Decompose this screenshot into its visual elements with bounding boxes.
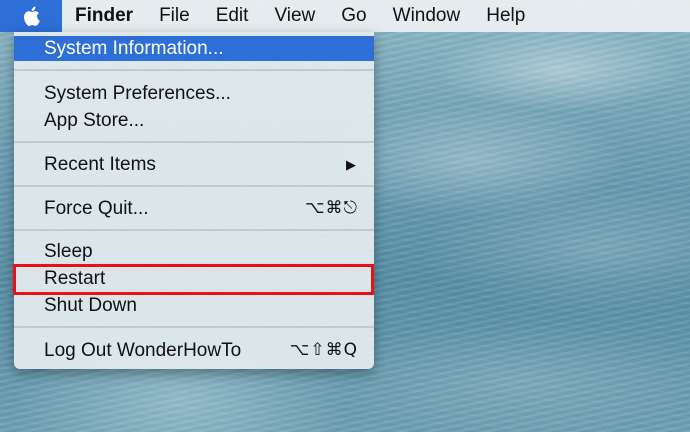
menu-item-log-out[interactable]: Log Out WonderHowTo ⌥⇧⌘Q: [14, 338, 374, 363]
menubar-view[interactable]: View: [261, 0, 328, 32]
apple-menu-button[interactable]: [0, 0, 62, 32]
menu-item-label: Recent Items: [44, 154, 156, 175]
menu-separator: [14, 229, 374, 231]
menu-item-label: Sleep: [44, 241, 93, 262]
menu-item-label: App Store...: [44, 110, 145, 131]
restart-annotation-box: [13, 264, 374, 295]
menu-item-label: System Preferences...: [44, 83, 231, 104]
menubar-file[interactable]: File: [146, 0, 203, 32]
menubar-edit[interactable]: Edit: [203, 0, 262, 32]
menu-item-label: Force Quit...: [44, 198, 149, 219]
menu-item-system-preferences[interactable]: System Preferences...: [14, 81, 374, 106]
submenu-arrow-icon: ▶: [346, 157, 356, 172]
menu-item-label: System Information...: [44, 38, 224, 59]
menu-bar: Finder File Edit View Go Window Help: [0, 0, 690, 32]
menu-separator: [14, 185, 374, 187]
menu-item-app-store[interactable]: App Store...: [14, 108, 374, 133]
keyboard-shortcut: ⌥⌘⎋: [304, 198, 358, 218]
menu-item-label: Shut Down: [44, 295, 137, 316]
menubar-window[interactable]: Window: [380, 0, 474, 32]
menu-item-recent-items[interactable]: Recent Items ▶: [14, 152, 374, 177]
menu-item-sleep[interactable]: Sleep: [14, 239, 374, 264]
menu-item-label: Log Out WonderHowTo: [44, 340, 242, 361]
apple-menu-dropdown: System Information... System Preferences…: [14, 32, 374, 369]
menubar-go[interactable]: Go: [328, 0, 379, 32]
menu-separator: [14, 69, 374, 71]
menu-item-force-quit[interactable]: Force Quit... ⌥⌘⎋: [14, 196, 374, 221]
apple-logo-icon: [24, 6, 40, 26]
menu-item-shut-down[interactable]: Shut Down: [14, 293, 374, 318]
menu-separator: [14, 141, 374, 143]
menu-item-system-information[interactable]: System Information...: [14, 36, 374, 61]
menu-separator: [14, 326, 374, 328]
keyboard-shortcut: ⌥⇧⌘Q: [289, 340, 358, 360]
menubar-finder[interactable]: Finder: [62, 0, 146, 32]
menubar-help[interactable]: Help: [473, 0, 538, 32]
